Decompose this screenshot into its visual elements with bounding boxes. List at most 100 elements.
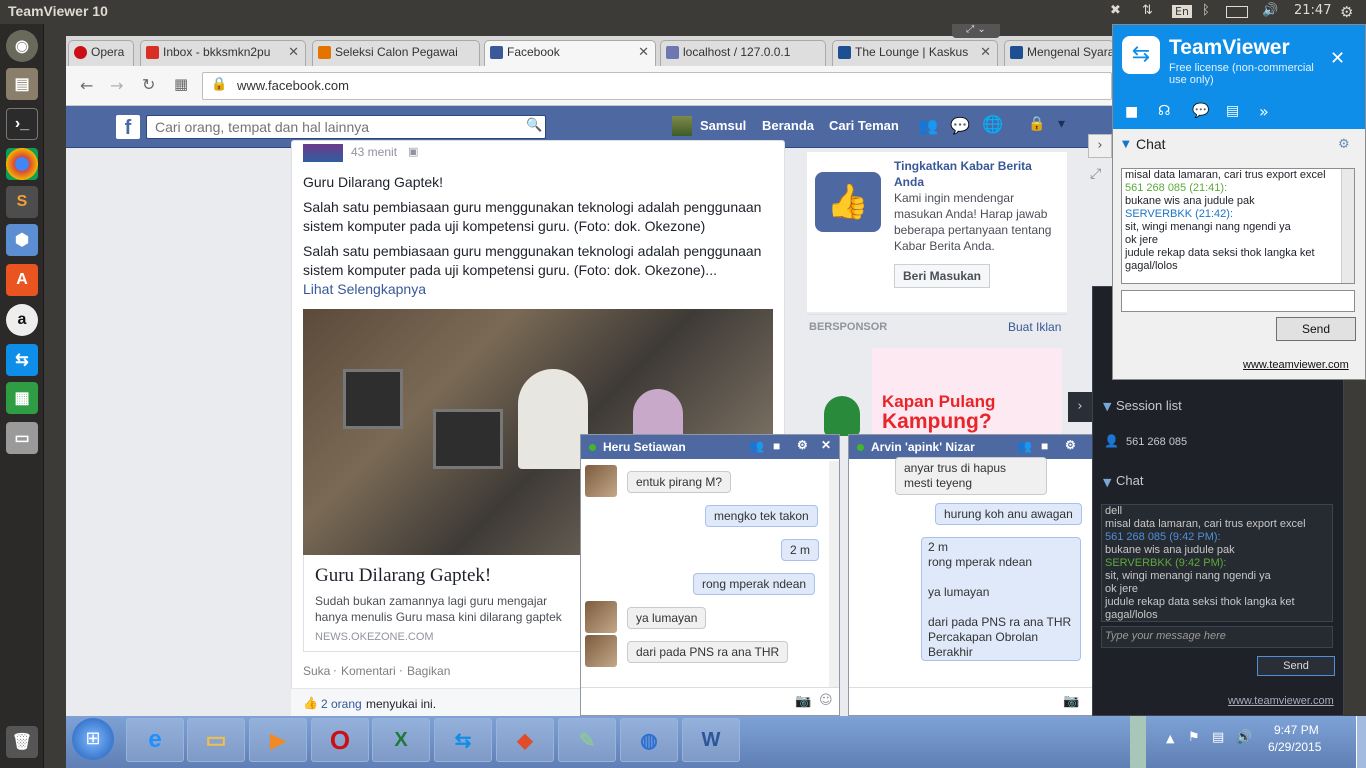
tab-facebook[interactable]: Facebook ✕ — [484, 40, 656, 66]
sublime-text-icon[interactable]: S — [6, 186, 38, 218]
clock[interactable]: 21:47 — [1294, 3, 1331, 18]
teamviewer-taskbar-icon[interactable]: ⇆ — [434, 718, 492, 762]
facebook-search-input[interactable] — [146, 115, 546, 139]
add-friends-icon[interactable]: 👥 — [749, 439, 764, 453]
start-button[interactable]: ⊞ — [72, 718, 114, 760]
notifications-globe-icon[interactable]: 🌐 — [982, 115, 1003, 135]
address-bar[interactable]: 🔒 www.facebook.com — [202, 72, 1112, 100]
volume-icon[interactable]: 🔊 — [1262, 3, 1278, 18]
chrome-icon[interactable] — [6, 148, 38, 180]
feedback-button[interactable]: Beri Masukan — [894, 264, 990, 288]
taskbar-time[interactable]: 9:47 PM — [1274, 723, 1319, 737]
privacy-lock-icon[interactable]: 🔒 — [1028, 116, 1045, 132]
expand-triangle-icon[interactable]: ▼ — [1103, 400, 1111, 413]
promo-title[interactable]: Tingkatkan Kabar Berita Anda — [894, 158, 1064, 190]
chat-bubbles-icon[interactable]: 💬 — [1192, 103, 1209, 119]
emoji-icon[interactable]: ☺ — [819, 693, 833, 708]
tab-seleksi[interactable]: Seleksi Calon Pegawai — [312, 40, 480, 66]
see-more-link[interactable]: Lihat Selengkapnya — [303, 280, 778, 299]
panel-chat-label[interactable]: Chat — [1116, 473, 1143, 488]
profile-avatar[interactable] — [672, 116, 692, 136]
expand-triangle-icon[interactable]: ▼ — [1103, 476, 1111, 489]
battery-icon[interactable] — [1226, 6, 1248, 18]
close-tab-icon[interactable]: ✕ — [288, 44, 299, 60]
chat-settings-icon[interactable]: ⚙ — [797, 438, 808, 452]
network-icon[interactable]: ⇅ — [1142, 3, 1153, 18]
contact-avatar[interactable] — [585, 601, 617, 633]
git-icon[interactable]: ◆ — [496, 718, 554, 762]
files-icon[interactable]: ▤ — [6, 68, 38, 100]
software-center-icon[interactable]: A — [6, 264, 38, 296]
explorer-folder-icon[interactable]: ▭ — [187, 718, 245, 762]
drive-icon[interactable]: ▭ — [6, 422, 38, 454]
media-player-icon[interactable]: ▶ — [249, 718, 307, 762]
forward-icon[interactable]: → — [110, 76, 123, 95]
contact-avatar[interactable] — [585, 635, 617, 667]
spreadsheet-icon[interactable]: ▦ — [6, 382, 38, 414]
close-chat-icon[interactable]: ✕ — [821, 438, 831, 452]
opera-icon[interactable]: O — [311, 718, 369, 762]
internet-explorer-icon[interactable]: e — [126, 718, 184, 762]
back-icon[interactable]: ← — [80, 76, 93, 95]
post-author-avatar[interactable] — [303, 144, 343, 162]
camera-icon[interactable]: 📷 — [1063, 694, 1079, 709]
panel-teamviewer-link[interactable]: www.teamviewer.com — [1228, 695, 1334, 707]
close-tab-icon[interactable]: ✕ — [980, 44, 991, 60]
taskbar-date[interactable]: 6/29/2015 — [1268, 740, 1321, 754]
panel-send-button[interactable]: Send — [1257, 656, 1335, 676]
video-icon[interactable]: ■ — [1125, 104, 1138, 120]
tab-opera[interactable]: Opera — [68, 40, 134, 66]
add-friends-icon[interactable]: 👥 — [1017, 439, 1032, 453]
amazon-icon[interactable]: a — [6, 304, 38, 336]
expand-triangle-icon[interactable]: ▼ — [1122, 139, 1130, 150]
panel-message-input[interactable]: Type your message here — [1101, 626, 1333, 648]
apps-grid-icon[interactable]: ▦ — [174, 75, 188, 93]
session-list-label[interactable]: Session list — [1116, 398, 1182, 413]
tab-kaskus[interactable]: The Lounge | Kaskus ✕ — [832, 40, 998, 66]
tab-gmail[interactable]: Inbox - bkksmkn2pu ✕ — [140, 40, 306, 66]
video-call-icon[interactable]: ■ — [1041, 439, 1048, 453]
nav-profile[interactable]: Samsul — [700, 118, 746, 133]
close-tab-icon[interactable]: ✕ — [638, 44, 649, 60]
bluetooth-icon[interactable]: ᛒ — [1202, 3, 1210, 18]
fullscreen-icon[interactable]: ⤢ — [1090, 166, 1101, 182]
chat-header[interactable]: Arvin 'apink' Nizar 👥 ■ ⚙ — [849, 435, 1107, 459]
camera-icon[interactable]: 📷 — [795, 694, 811, 709]
keyboard-layout-indicator[interactable]: En — [1172, 5, 1192, 18]
chat-scrollbar[interactable] — [829, 461, 839, 689]
likes-count-link[interactable]: 2 orang — [321, 697, 362, 711]
video-call-icon[interactable]: ■ — [773, 439, 780, 453]
create-ad-link[interactable]: Buat Iklan — [1008, 320, 1061, 334]
notepad-icon[interactable]: ✎ — [558, 718, 616, 762]
ubuntu-dash-icon[interactable]: ◉ — [6, 30, 38, 62]
teamviewer-website-link[interactable]: www.teamviewer.com — [1243, 359, 1349, 371]
nav-find-friends[interactable]: Cari Teman — [829, 118, 899, 133]
friend-requests-icon[interactable]: 👥 — [918, 116, 938, 135]
headset-icon[interactable]: ☊ — [1158, 103, 1170, 119]
show-desktop-button[interactable] — [1356, 716, 1366, 768]
chat-log-scrollbar[interactable] — [1341, 169, 1354, 283]
more-chevron-icon[interactable]: » — [1259, 102, 1269, 121]
window-controls[interactable]: ⤢ ⌄ — [952, 24, 1000, 38]
audience-icon[interactable]: ▣ — [408, 145, 418, 158]
chat-settings-gear-icon[interactable]: ⚙ — [1338, 137, 1350, 152]
contact-avatar[interactable] — [585, 465, 617, 497]
teamviewer-message-input[interactable] — [1121, 290, 1355, 312]
teamviewer-launcher-icon[interactable]: ⇆ — [6, 344, 38, 376]
facebook-logo-icon[interactable]: f — [116, 115, 140, 139]
network-tray-icon[interactable]: ▤ — [1212, 730, 1224, 745]
tab-phpmyadmin[interactable]: localhost / 127.0.0.1 — [660, 40, 826, 66]
collapse-panel-chevron-icon[interactable]: › — [1068, 392, 1092, 422]
account-menu-chevron-down-icon[interactable]: ▾ — [1058, 116, 1065, 132]
excel-icon[interactable]: X — [372, 718, 430, 762]
trash-icon[interactable]: 🗑 — [6, 726, 38, 758]
like-link[interactable]: Suka — [303, 664, 330, 678]
messages-icon[interactable]: 💬 — [950, 116, 970, 135]
file-transfer-icon[interactable]: ▤ — [1226, 103, 1239, 119]
chat-settings-icon[interactable]: ⚙ — [1065, 438, 1076, 452]
session-id[interactable]: 561 268 085 — [1126, 436, 1187, 448]
volume-tray-icon[interactable]: 🔊 — [1236, 730, 1252, 745]
tab-mengenal[interactable]: Mengenal Syara — [1004, 40, 1114, 66]
nav-home[interactable]: Beranda — [762, 118, 814, 133]
post-timestamp[interactable]: 43 menit — [351, 145, 397, 159]
